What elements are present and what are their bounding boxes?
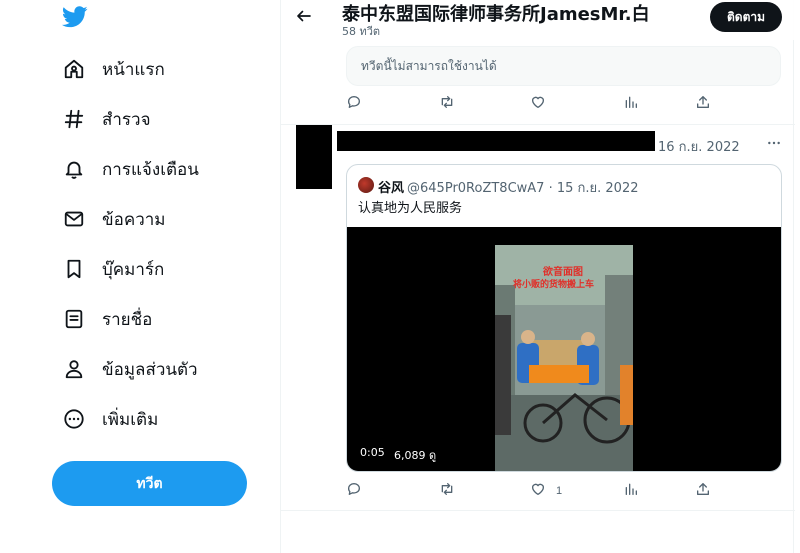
back-arrow-icon[interactable] [293, 5, 315, 27]
sidebar-item-label: ข้อมูลส่วนตัว [102, 359, 198, 380]
divider [281, 510, 795, 511]
tweet-button[interactable]: ทวีต [52, 461, 247, 506]
video-player[interactable]: 欲音面图 将小贩的货物搬上车 0:05 6,089 ดู [347, 227, 781, 471]
sidebar-item-lists[interactable]: รายชื่อ [62, 304, 152, 334]
author-name-redacted[interactable] [337, 131, 655, 151]
sidebar-item-explore[interactable]: สำรวจ [62, 104, 151, 134]
profile-header: 泰中东盟国际律师事务所JamesMr.白 58 ทวีต ติดตาม [281, 0, 795, 40]
divider [281, 124, 795, 125]
share-icon [695, 94, 711, 115]
quoted-author-name: 谷风 [378, 181, 405, 196]
sidebar-item-label: การแจ้งเตือน [102, 159, 199, 180]
quoted-tweet-text: 认真地为人民服务 [358, 201, 463, 216]
sidebar-item-home[interactable]: หน้าแรก [62, 54, 165, 84]
heart-icon [530, 94, 546, 115]
sidebar-item-messages[interactable]: ข้อความ [62, 204, 166, 234]
more-options-icon[interactable] [765, 134, 783, 152]
video-frame: 欲音面图 将小贩的货物搬上车 [495, 245, 633, 471]
like-button[interactable]: 1 [530, 482, 562, 500]
mail-icon [62, 207, 86, 231]
sidebar-item-label: สำรวจ [102, 109, 151, 130]
reply-button[interactable] [346, 482, 362, 500]
more-circle-icon [62, 407, 86, 431]
retweet-icon [438, 481, 456, 502]
sidebar-item-label: หน้าแรก [102, 59, 165, 80]
bookmark-icon [62, 257, 86, 281]
video-duration: 0:05 [360, 446, 385, 459]
views-button[interactable] [623, 482, 639, 500]
avatar [358, 177, 374, 193]
tweet-date[interactable]: 16 ก.ย. 2022 [658, 136, 740, 157]
like-button[interactable] [530, 95, 546, 113]
share-icon [695, 481, 711, 502]
video-caption-2: 将小贩的货物搬上车 [513, 280, 595, 290]
sidebar-item-label: รายชื่อ [102, 309, 153, 330]
home-icon [62, 57, 86, 81]
sidebar-item-label: เพิ่มเติม [102, 409, 159, 430]
sidebar-item-label: บุ๊คมาร์ก [102, 259, 165, 280]
quoted-tweet[interactable]: 谷风 @645Pr0RoZT8CwA7 · 15 ก.ย. 2022 认真地为人民… [346, 164, 782, 472]
video-caption-1: 欲音面图 [543, 267, 583, 278]
retweet-button[interactable] [438, 482, 456, 500]
like-count: 1 [556, 485, 563, 497]
reply-icon [346, 481, 362, 502]
retweet-icon [438, 94, 456, 115]
quoted-tweet-header: 谷风 @645Pr0RoZT8CwA7 · 15 ก.ย. 2022 [378, 177, 639, 198]
share-button[interactable] [695, 95, 711, 113]
bell-icon [62, 157, 86, 181]
views-button[interactable] [623, 95, 639, 113]
share-button[interactable] [695, 482, 711, 500]
quoted-handle-date: @645Pr0RoZT8CwA7 · 15 ก.ย. 2022 [407, 181, 639, 196]
hashtag-icon [62, 107, 86, 131]
unavailable-tweet-notice: ทวีตนี้ไม่สามารถใช้งานได้ [346, 46, 781, 86]
sidebar-item-bookmarks[interactable]: บุ๊คมาร์ก [62, 254, 164, 284]
reply-button[interactable] [346, 95, 362, 113]
sidebar-item-notifications[interactable]: การแจ้งเตือน [62, 154, 199, 184]
sidebar-item-label: ข้อความ [102, 209, 166, 230]
tweet-count: 58 ทวีต [342, 25, 381, 38]
heart-icon [530, 481, 546, 502]
views-chart-icon [623, 481, 639, 502]
video-views: 6,089 ดู [394, 449, 437, 462]
reply-icon [346, 94, 362, 115]
person-icon [62, 357, 86, 381]
sidebar-item-profile[interactable]: ข้อมูลส่วนตัว [62, 354, 198, 384]
avatar-redacted[interactable] [296, 125, 332, 189]
twitter-logo-icon[interactable] [61, 6, 88, 28]
follow-button[interactable]: ติดตาม [710, 2, 782, 32]
page-title: 泰中东盟国际律师事务所JamesMr.白 [342, 4, 650, 25]
main-timeline: 泰中东盟国际律师事务所JamesMr.白 58 ทวีต ติดตาม ทวีต… [280, 0, 795, 553]
retweet-button[interactable] [438, 95, 456, 113]
sidebar-item-more[interactable]: เพิ่มเติม [62, 404, 158, 434]
views-chart-icon [623, 94, 639, 115]
list-icon [62, 307, 86, 331]
sidebar: หน้าแรก สำรวจ การแจ้งเตือน ข้อความ บุ๊คม… [0, 0, 280, 553]
